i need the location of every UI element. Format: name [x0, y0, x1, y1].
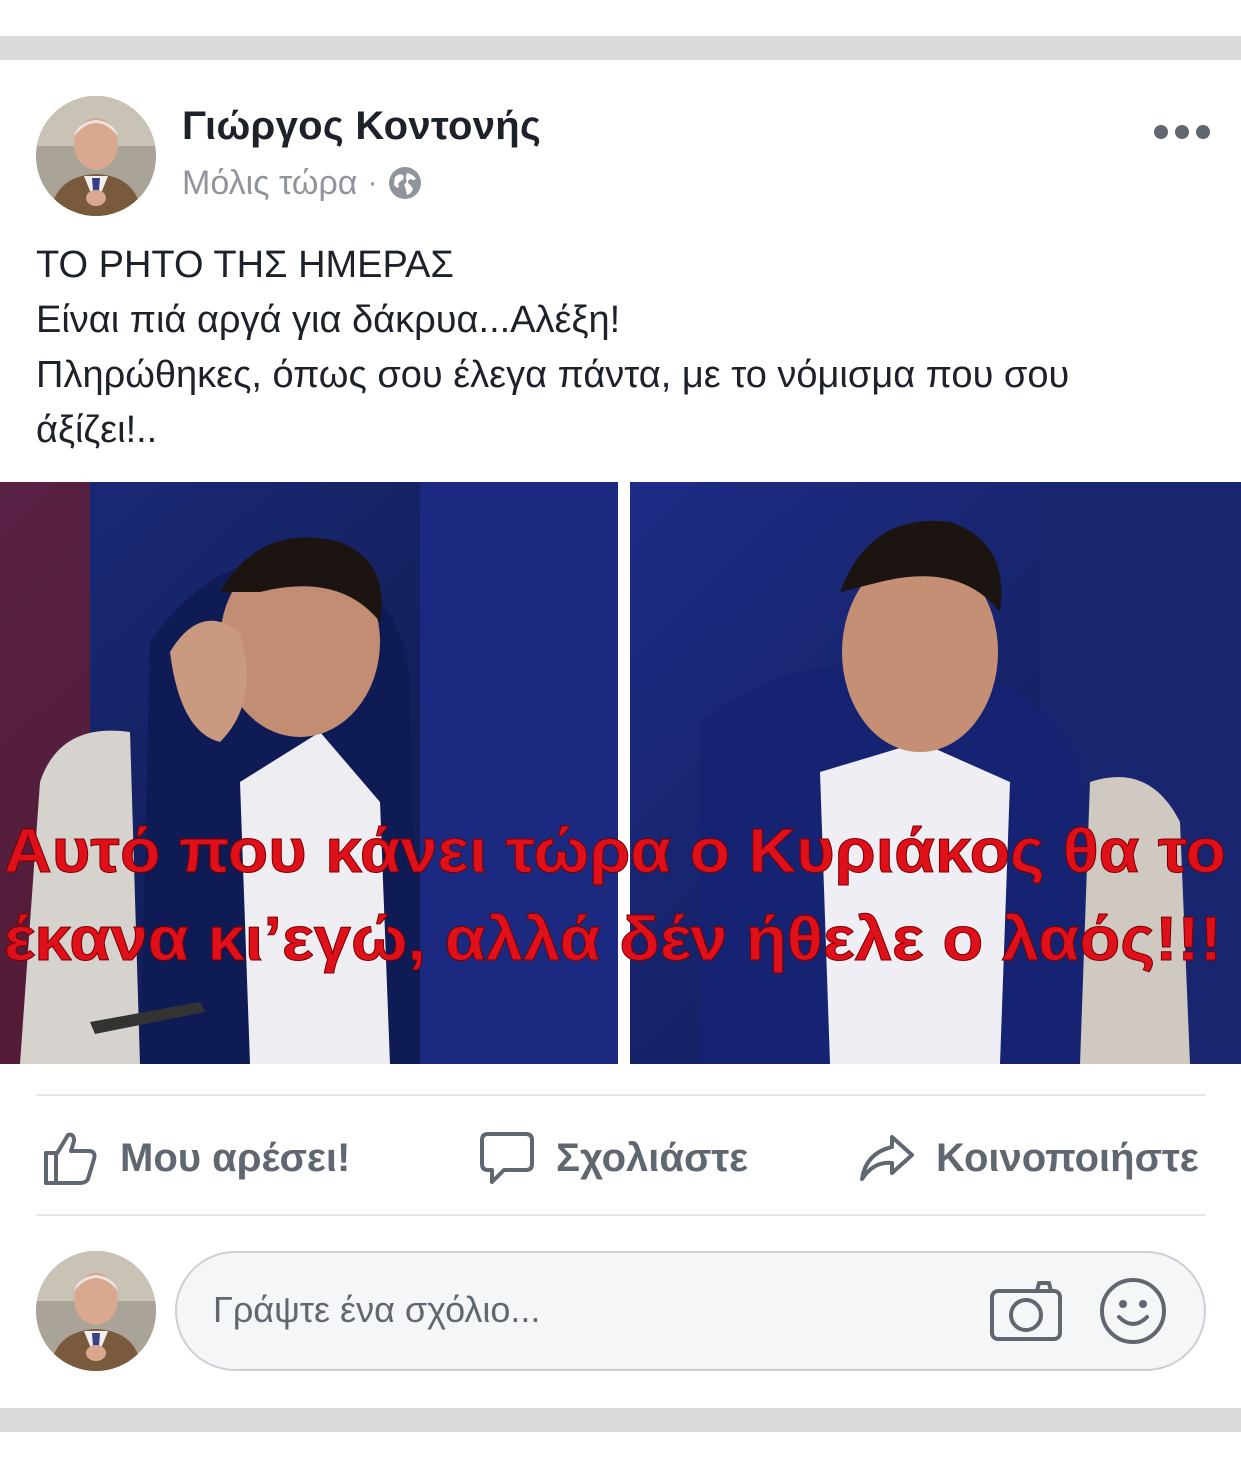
post-text-line: Είναι πιά αργά για δάκρυα...Αλέξη!: [36, 299, 621, 341]
image-panel-right: [630, 482, 1241, 1064]
post-image[interactable]: Αυτό που κάνει τώρα ο Κυριάκος θα το έκα…: [0, 482, 1241, 1064]
author-avatar[interactable]: [36, 96, 156, 216]
globe-icon[interactable]: [387, 165, 423, 201]
like-icon: [44, 1132, 97, 1185]
post-text-line: ΤΟ ΡΗΤΟ ΤΗΣ ΗΜΕΡΑΣ: [36, 244, 454, 286]
top-spacer: [0, 0, 1241, 36]
comment-placeholder: Γράψτε ένα σχόλιο...: [213, 1289, 541, 1330]
image-panel-left: [0, 482, 618, 1064]
image-caption-line-1: Αυτό που κάνει τώρα ο Κυριάκος θα το: [4, 817, 1226, 886]
comment-button[interactable]: Σχολιάστε: [478, 1126, 748, 1190]
post-text: ΤΟ ΡΗΤΟ ΤΗΣ ΗΜΕΡΑΣ Είναι πιά αργά για δά…: [36, 238, 1226, 458]
like-button[interactable]: Μου αρέσει!: [40, 1126, 350, 1190]
divider: [36, 1214, 1205, 1216]
feed-separator-bottom: [0, 1408, 1241, 1432]
more-options-icon[interactable]: [1154, 116, 1210, 148]
author-name[interactable]: Γιώργος Κοντονής: [182, 104, 541, 149]
post-timestamp[interactable]: Μόλις τώρα: [182, 164, 357, 203]
divider: [36, 1094, 1205, 1096]
comment-label: Σχολιάστε: [556, 1135, 749, 1180]
share-icon: [860, 1135, 914, 1181]
post-text-line: άξίζει!..: [36, 409, 158, 451]
bottom-spacer: [0, 1432, 1241, 1472]
post-meta: Μόλις τώρα ·: [182, 162, 423, 204]
comment-icon: [480, 1132, 534, 1184]
meta-separator: ·: [367, 166, 378, 199]
image-caption-line-2: έκανα κι’εγώ, αλλά δέν ήθελε ο λαός!!!: [4, 905, 1222, 974]
comment-input[interactable]: Γράψτε ένα σχόλιο...: [175, 1251, 1206, 1371]
smiley-icon[interactable]: [1099, 1277, 1167, 1345]
camera-icon[interactable]: [989, 1277, 1063, 1343]
feed-separator-top: [0, 36, 1241, 60]
share-button[interactable]: Κοινοποιήστε: [858, 1126, 1199, 1190]
commenter-avatar[interactable]: [36, 1251, 156, 1371]
post-text-line: Πληρώθηκες, όπως σου έλεγα πάντα, με το …: [36, 354, 1070, 396]
like-label: Μου αρέσει!: [120, 1135, 351, 1180]
share-label: Κοινοποιήστε: [936, 1135, 1199, 1180]
